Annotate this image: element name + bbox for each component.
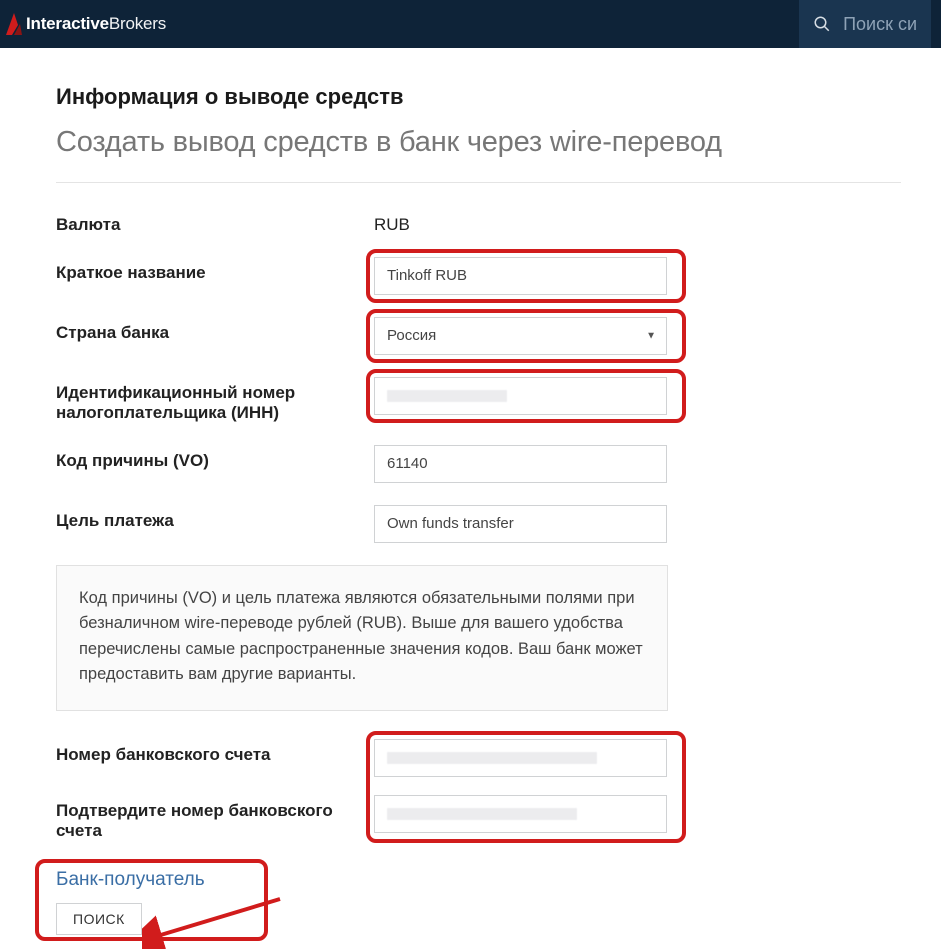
row-bank-country: Страна банка Россия ▼	[56, 317, 901, 355]
brokers-logo-icon	[6, 13, 22, 35]
receiving-bank-title: Банк-получатель	[56, 869, 901, 891]
arrow-annotation	[142, 893, 292, 949]
row-vo-code: Код причины (VO)	[56, 445, 901, 483]
receiving-bank-section: Банк-получатель ПОИСК	[56, 869, 901, 935]
label-vo-code: Код причины (VO)	[56, 445, 374, 471]
page-title: Информация о выводе средств	[56, 84, 901, 110]
tax-id-input[interactable]	[374, 377, 667, 415]
row-purpose: Цель платежа	[56, 505, 901, 543]
account-confirm-input[interactable]	[374, 795, 667, 833]
account-no-input[interactable]	[374, 739, 667, 777]
top-navbar: InteractiveBrokers Поиск си	[0, 0, 941, 48]
brand-text: InteractiveBrokers	[26, 14, 166, 34]
bank-country-value: Россия	[387, 327, 436, 344]
search-placeholder: Поиск си	[843, 14, 917, 35]
label-nickname: Краткое название	[56, 257, 374, 283]
search-icon	[813, 15, 831, 33]
label-purpose: Цель платежа	[56, 505, 374, 531]
label-tax-id: Идентификационный номер налогоплательщик…	[56, 377, 374, 423]
purpose-input[interactable]	[374, 505, 667, 543]
label-bank-country: Страна банка	[56, 317, 374, 343]
label-account-no: Номер банковского счета	[56, 739, 374, 765]
page-subtitle: Создать вывод средств в банк через wire-…	[56, 124, 901, 162]
row-account-no: Номер банковского счета	[56, 739, 901, 777]
label-account-confirm: Подтвердите номер банковского счета	[56, 795, 374, 841]
vo-code-input[interactable]	[374, 445, 667, 483]
label-currency: Валюта	[56, 209, 374, 235]
brand-logo[interactable]: InteractiveBrokers	[6, 13, 166, 35]
redacted-account-no	[387, 752, 597, 764]
page-content: Информация о выводе средств Создать выво…	[0, 48, 941, 945]
chevron-down-icon: ▼	[646, 330, 656, 341]
redacted-tax-id	[387, 390, 507, 402]
row-tax-id: Идентификационный номер налогоплательщик…	[56, 377, 901, 423]
divider	[56, 182, 901, 183]
search-bank-button[interactable]: ПОИСК	[56, 903, 142, 935]
row-nickname: Краткое название	[56, 257, 901, 295]
row-account-confirm: Подтвердите номер банковского счета	[56, 795, 901, 841]
redacted-account-confirm	[387, 808, 577, 820]
bank-country-select[interactable]: Россия ▼	[374, 317, 667, 355]
row-currency: Валюта RUB	[56, 209, 901, 235]
nickname-input[interactable]	[374, 257, 667, 295]
info-note: Код причины (VO) и цель платежа являются…	[56, 565, 668, 711]
global-search[interactable]: Поиск си	[799, 0, 931, 48]
value-currency: RUB	[374, 209, 410, 235]
